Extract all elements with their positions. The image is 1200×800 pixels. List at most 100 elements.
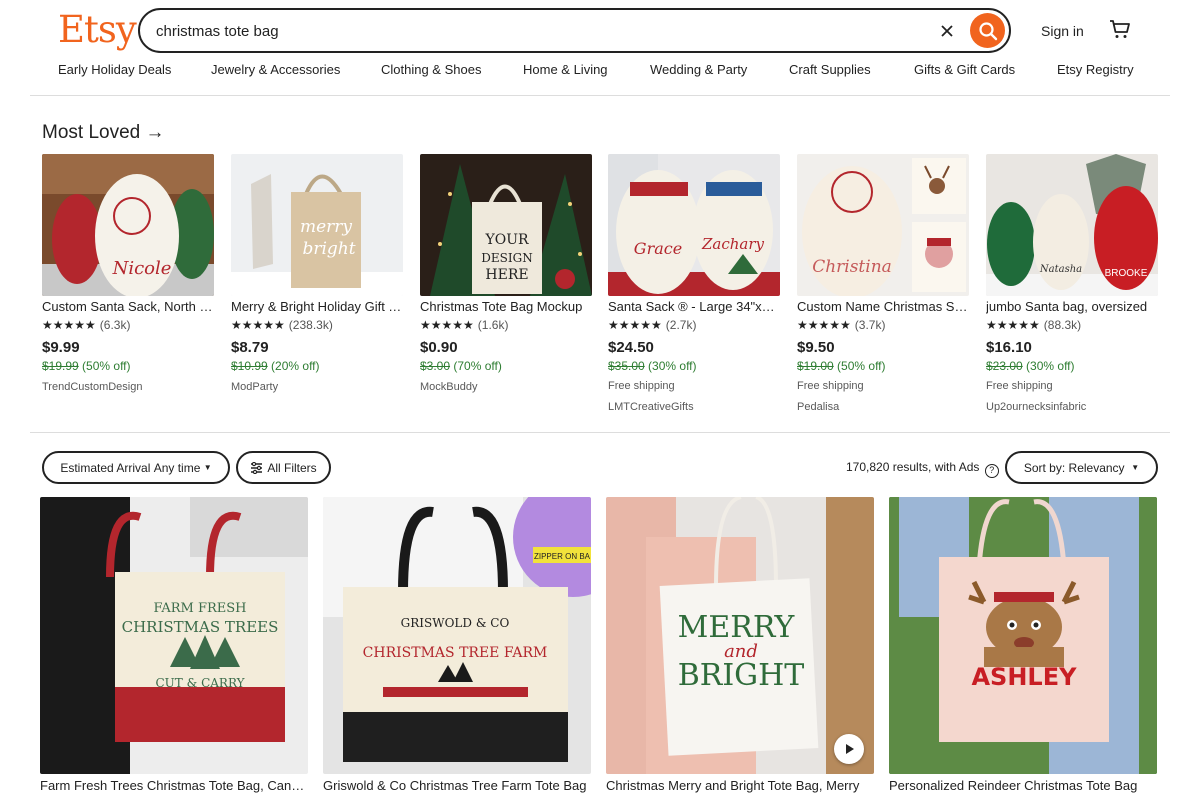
nav-etsy-registry[interactable]: Etsy Registry	[1057, 62, 1134, 77]
search-button[interactable]	[970, 13, 1005, 48]
nav-jewelry-accessories[interactable]: Jewelry & Accessories	[211, 62, 340, 77]
sort-dropdown[interactable]: Sort by: Relevancy ▼	[1005, 451, 1158, 484]
shop-name[interactable]: MockBuddy	[420, 381, 477, 393]
product-rating: ★★★★★ (88.3k)	[986, 318, 1081, 332]
result-card[interactable]: ZIPPER ON BA GRISWOLD & CO CHRISTMAS TRE…	[323, 497, 591, 800]
product-rating: ★★★★★ (6.3k)	[42, 318, 130, 332]
svg-text:YOUR: YOUR	[484, 232, 529, 248]
svg-text:Grace: Grace	[634, 239, 682, 258]
estimated-arrival-filter[interactable]: Estimated Arrival Any time ▼	[42, 451, 230, 484]
product-price: $8.79	[231, 339, 269, 356]
discount-percent: (30% off)	[648, 359, 697, 373]
nav-wedding-party[interactable]: Wedding & Party	[650, 62, 747, 77]
sign-in-link[interactable]: Sign in	[1041, 23, 1084, 39]
product-title[interactable]: Merry & Bright Holiday Gift Tote	[231, 299, 403, 314]
artwork-text: FARM FRESH	[153, 601, 246, 616]
result-card[interactable]: FARM FRESH CHRISTMAS TREES CUT & CARRY F…	[40, 497, 308, 800]
product-discount: $35.00 (30% off)	[608, 359, 697, 373]
artwork-text: GRISWOLD & CO	[401, 616, 510, 630]
product-title[interactable]: Griswold & Co Christmas Tree Farm Tote B…	[323, 778, 591, 793]
clear-search-button[interactable]	[935, 19, 959, 43]
product-image[interactable]: merry bright	[231, 154, 403, 296]
nav-home-living[interactable]: Home & Living	[523, 62, 608, 77]
product-title[interactable]: jumbo Santa bag, oversized	[986, 299, 1158, 314]
etsy-logo[interactable]: Etsy	[58, 8, 137, 51]
most-loved-card[interactable]: Natasha BROOKE jumbo Santa bag, oversize…	[986, 154, 1158, 416]
product-image[interactable]: MERRY and BRIGHT	[606, 497, 874, 774]
nav-craft-supplies[interactable]: Craft Supplies	[789, 62, 871, 77]
review-count: (1.6k)	[477, 318, 509, 332]
svg-text:Zachary: Zachary	[701, 235, 765, 253]
product-title[interactable]: Personalized Reindeer Christmas Tote Bag	[889, 778, 1157, 793]
most-loved-title[interactable]: Most Loved →	[42, 122, 165, 144]
all-filters-label: All Filters	[267, 460, 317, 475]
play-video-button[interactable]	[834, 734, 864, 764]
search-icon	[978, 21, 997, 40]
search-bar[interactable]	[138, 8, 1011, 53]
product-title[interactable]: Christmas Tote Bag Mockup	[420, 299, 592, 314]
most-loved-card[interactable]: Grace Zachary Santa Sack ® - Large 34"x2…	[608, 154, 780, 416]
cart-button[interactable]	[1108, 17, 1132, 41]
caret-down-icon: ▼	[203, 463, 212, 472]
svg-text:Christina: Christina	[812, 257, 892, 277]
star-rating-icon: ★★★★★	[231, 318, 285, 332]
original-price: $19.00	[797, 359, 834, 373]
product-price: $24.50	[608, 339, 654, 356]
most-loved-card[interactable]: YOUR DESIGN HERE Christmas Tote Bag Mock…	[420, 154, 592, 416]
discount-percent: (70% off)	[453, 359, 502, 373]
artwork-text: BRIGHT	[678, 658, 805, 693]
nav-gifts-gift-cards[interactable]: Gifts & Gift Cards	[914, 62, 1015, 77]
product-discount: $3.00 (70% off)	[420, 359, 502, 373]
most-loved-card[interactable]: Christina Custom Name Christmas Sack ★★★…	[797, 154, 969, 416]
star-rating-icon: ★★★★★	[42, 318, 96, 332]
results-count: 170,820 results, with Ads ?	[846, 460, 999, 478]
product-image[interactable]: Nicole	[42, 154, 214, 296]
result-card[interactable]: MERRY and BRIGHT Christmas Merry and Bri…	[606, 497, 874, 800]
product-title[interactable]: Santa Sack ® - Large 34"x25"	[608, 299, 780, 314]
most-loved-card[interactable]: Nicole Custom Santa Sack, North Pole ★★★…	[42, 154, 214, 416]
product-photo: ASHLEY	[889, 497, 1157, 774]
search-input[interactable]	[156, 20, 916, 42]
product-title[interactable]: Christmas Merry and Bright Tote Bag, Mer…	[606, 778, 874, 793]
svg-text:merry: merry	[300, 217, 352, 237]
product-image[interactable]: Grace Zachary	[608, 154, 780, 296]
shop-name[interactable]: Pedalisa	[797, 401, 839, 413]
shop-name[interactable]: LMTCreativeGifts	[608, 401, 694, 413]
shop-name[interactable]: TrendCustomDesign	[42, 381, 142, 393]
product-image[interactable]: ASHLEY	[889, 497, 1157, 774]
product-photo: Christina	[797, 154, 969, 296]
product-discount: $10.99 (20% off)	[231, 359, 320, 373]
star-rating-icon: ★★★★★	[420, 318, 474, 332]
discount-percent: (50% off)	[837, 359, 886, 373]
product-photo: MERRY and BRIGHT	[606, 497, 874, 774]
product-image[interactable]: Natasha BROOKE	[986, 154, 1158, 296]
svg-text:Natasha: Natasha	[1039, 264, 1082, 275]
product-title[interactable]: Farm Fresh Trees Christmas Tote Bag, Can…	[40, 778, 308, 793]
product-discount: $23.00 (30% off)	[986, 359, 1075, 373]
most-loved-card[interactable]: merry bright Merry & Bright Holiday Gift…	[231, 154, 403, 416]
product-photo: FARM FRESH CHRISTMAS TREES CUT & CARRY	[40, 497, 308, 774]
nav-early-holiday-deals[interactable]: Early Holiday Deals	[58, 62, 171, 77]
shop-name[interactable]: Up2ournecksinfabric	[986, 401, 1086, 413]
filter-sliders-icon	[251, 461, 263, 474]
artwork-text: CHRISTMAS TREE FARM	[363, 645, 548, 661]
product-image[interactable]: Christina	[797, 154, 969, 296]
all-filters-button[interactable]: All Filters	[236, 451, 331, 484]
product-photo: ZIPPER ON BA GRISWOLD & CO CHRISTMAS TRE…	[323, 497, 591, 774]
discount-percent: (30% off)	[1026, 359, 1075, 373]
product-image[interactable]: YOUR DESIGN HERE	[420, 154, 592, 296]
sort-value: Relevancy	[1068, 460, 1125, 475]
product-discount: $19.99 (50% off)	[42, 359, 131, 373]
result-card[interactable]: ASHLEY Personalized Reindeer Christmas T…	[889, 497, 1157, 800]
filter-value: Any time	[153, 460, 201, 475]
product-title[interactable]: Custom Santa Sack, North Pole	[42, 299, 214, 314]
product-image[interactable]: ZIPPER ON BA GRISWOLD & CO CHRISTMAS TRE…	[323, 497, 591, 774]
info-icon[interactable]: ?	[984, 464, 999, 478]
nav-clothing-shoes[interactable]: Clothing & Shoes	[381, 62, 481, 77]
svg-text:DESIGN: DESIGN	[481, 251, 532, 265]
product-image[interactable]: FARM FRESH CHRISTMAS TREES CUT & CARRY	[40, 497, 308, 774]
svg-text:Nicole: Nicole	[112, 258, 172, 279]
shop-name[interactable]: ModParty	[231, 381, 278, 393]
svg-text:ZIPPER ON BA: ZIPPER ON BA	[534, 552, 591, 561]
product-title[interactable]: Custom Name Christmas Sack	[797, 299, 969, 314]
